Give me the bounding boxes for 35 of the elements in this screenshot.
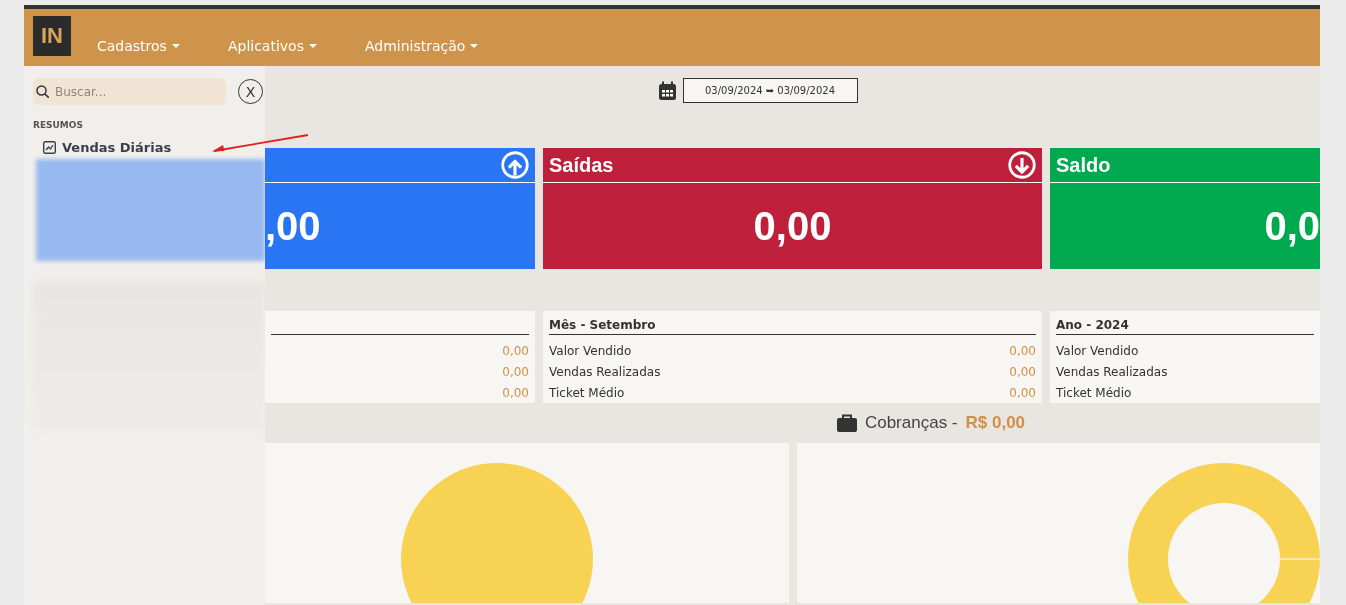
caret-icon bbox=[470, 43, 479, 48]
row-value: 0,00 bbox=[1009, 343, 1036, 358]
search-field[interactable]: Buscar... bbox=[33, 78, 226, 105]
sidebar-item[interactable]: Vendas Diárias bbox=[33, 140, 172, 155]
row-label: Valor Vendido bbox=[1056, 343, 1139, 358]
card-value: ,00 bbox=[265, 203, 321, 249]
row-label: Vendas Realizadas bbox=[1056, 364, 1168, 379]
date-range-field[interactable]: 03/09/2024 ➥ 03/09/2024 bbox=[682, 78, 858, 103]
chart-icon bbox=[43, 141, 56, 154]
briefcase-icon bbox=[836, 414, 857, 432]
row-label: Ticket Médio bbox=[1056, 385, 1132, 400]
search-icon bbox=[36, 85, 49, 98]
section-label: RESUMOS bbox=[33, 120, 84, 130]
card-title: Saldo bbox=[1056, 153, 1111, 177]
table-title: Ano - 2024 bbox=[1056, 318, 1129, 332]
row-value: 0,00 bbox=[502, 385, 529, 400]
section-title: Cobranças - bbox=[864, 413, 958, 433]
caret-icon bbox=[308, 43, 317, 48]
row-value: 0,00 bbox=[1009, 385, 1036, 400]
row-label: Ticket Médio bbox=[549, 385, 625, 400]
row-value: 0,00 bbox=[1009, 364, 1036, 379]
arrow-up-icon bbox=[501, 151, 529, 179]
row-label: Valor Vendido bbox=[549, 343, 632, 358]
table-title: Mês - Setembro bbox=[549, 318, 656, 332]
caret-icon bbox=[171, 43, 180, 48]
card-value: 0,00 bbox=[753, 203, 832, 249]
card-value: 0,0 bbox=[1264, 203, 1320, 249]
charges-amount: R$ 0,00 bbox=[965, 413, 1026, 433]
row-label: Vendas Realizadas bbox=[549, 364, 661, 379]
logo[interactable]: IN bbox=[33, 15, 71, 56]
card-title: Saídas bbox=[549, 153, 614, 177]
row-value: 0,00 bbox=[502, 364, 529, 379]
row-value: 0,00 bbox=[502, 343, 529, 358]
arrow-down-icon bbox=[1008, 151, 1036, 179]
calendar-icon bbox=[657, 81, 677, 100]
